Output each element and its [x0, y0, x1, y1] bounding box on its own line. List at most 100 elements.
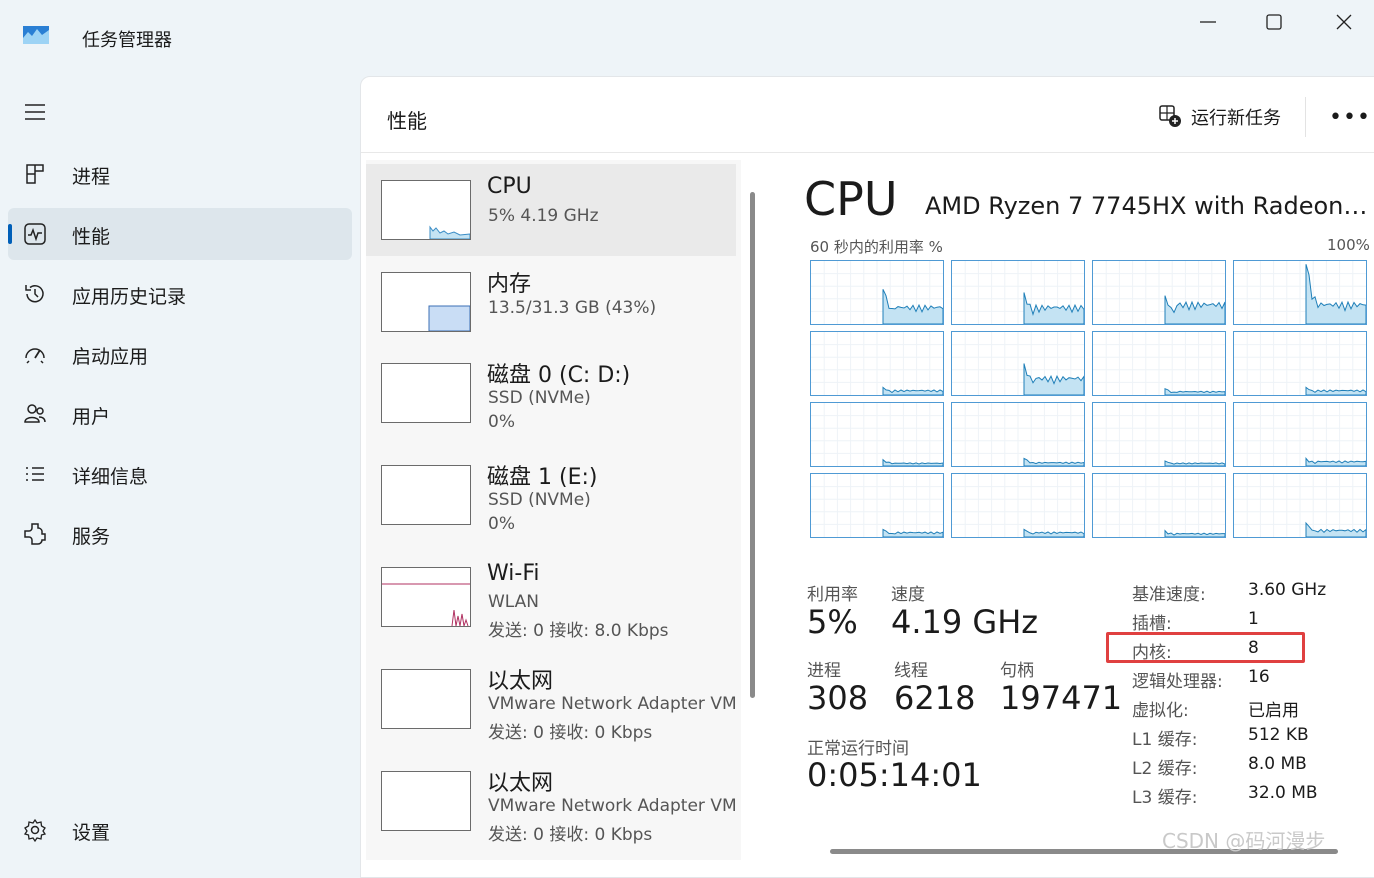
handles-label: 句柄 — [1000, 661, 1034, 681]
sidebar-item-services[interactable]: 服务 — [8, 508, 352, 560]
logical-processor-graph — [810, 473, 944, 538]
ethernet-2-thumbnail-graph — [381, 771, 471, 831]
logical-processor-graph — [810, 402, 944, 467]
details-icon — [26, 467, 44, 481]
device-name: 以太网 — [487, 771, 554, 796]
memory-thumbnail-graph — [381, 272, 471, 332]
more-options-button[interactable]: ••• — [1329, 105, 1371, 130]
task-manager-logo-icon — [23, 26, 49, 44]
logical-processor-graph — [1233, 260, 1367, 325]
device-detail: VMware Network Adapter VM — [488, 796, 737, 816]
spec-key-l2-cache: L2 缓存: — [1132, 759, 1198, 779]
device-list-scrollbar[interactable] — [750, 192, 755, 698]
spec-key-l3-cache: L3 缓存: — [1132, 788, 1198, 808]
close-icon[interactable] — [1332, 10, 1356, 34]
minimize-icon[interactable] — [1196, 10, 1220, 34]
device-name: CPU — [487, 174, 532, 199]
services-icon — [24, 523, 46, 545]
speed-label: 速度 — [891, 585, 925, 605]
device-detail: 发送: 0 接收: 0 Kbps — [488, 723, 653, 743]
sidebar-item-details[interactable]: 详细信息 — [8, 448, 352, 500]
device-detail: 发送: 0 接收: 0 Kbps — [488, 825, 653, 845]
sidebar-item-label: 用户 — [72, 406, 111, 428]
cpu-thumbnail-graph — [381, 180, 471, 240]
speed-value: 4.19 GHz — [891, 603, 1039, 641]
processes-value: 308 — [807, 679, 869, 717]
device-item-disk-0[interactable]: 磁盘 0 (C: D:) SSD (NVMe) 0% — [366, 347, 736, 439]
disk-1-thumbnail-graph — [381, 465, 471, 525]
processes-label: 进程 — [807, 661, 841, 681]
device-detail: SSD (NVMe) — [488, 490, 591, 510]
device-item-cpu[interactable]: CPU 5% 4.19 GHz — [366, 164, 736, 256]
startup-icon — [25, 348, 45, 364]
spec-key-logical-processors: 逻辑处理器: — [1132, 672, 1223, 692]
logical-processor-graph — [1092, 402, 1226, 467]
device-detail: 13.5/31.3 GB (43%) — [488, 298, 657, 318]
device-name: 磁盘 0 (C: D:) — [487, 363, 631, 388]
settings-label: 设置 — [72, 822, 111, 844]
cores-highlight-box — [1106, 632, 1305, 663]
cpu-heading: CPU — [804, 172, 898, 226]
device-detail: SSD (NVMe) — [488, 388, 591, 408]
sidebar-item-label: 服务 — [72, 526, 111, 548]
logical-processor-graph — [1092, 473, 1226, 538]
device-item-ethernet-1[interactable]: 以太网 VMware Network Adapter VM 发送: 0 接收: … — [366, 653, 737, 745]
panel-header: 性能 运行新任务 ••• — [361, 77, 1374, 153]
cpu-model-name: AMD Ryzen 7 7745HX with Radeon Graphics — [925, 192, 1371, 220]
sidebar-item-label: 应用历史记录 — [72, 286, 187, 308]
logical-processor-graph — [1092, 260, 1226, 325]
logical-processor-graph — [951, 331, 1085, 396]
sidebar-item-processes[interactable]: 进程 — [8, 148, 352, 200]
new-task-icon — [1159, 105, 1181, 127]
device-detail: 0% — [488, 514, 515, 534]
device-name: 磁盘 1 (E:) — [487, 465, 598, 490]
active-indicator — [8, 224, 12, 244]
spec-value-l3-cache: 32.0 MB — [1248, 783, 1318, 803]
page-title: 性能 — [387, 109, 427, 133]
device-name: 以太网 — [487, 669, 554, 694]
device-item-ethernet-2[interactable]: 以太网 VMware Network Adapter VM 发送: 0 接收: … — [366, 755, 737, 847]
logical-processor-graph — [1233, 402, 1367, 467]
logical-processor-graph — [1233, 331, 1367, 396]
sidebar-item-app-history[interactable]: 应用历史记录 — [8, 268, 352, 320]
ethernet-1-thumbnail-graph — [381, 669, 471, 729]
sidebar-item-label: 详细信息 — [72, 466, 149, 488]
threads-value: 6218 — [894, 679, 976, 717]
sidebar-item-startup-apps[interactable]: 启动应用 — [8, 328, 352, 380]
hamburger-menu-icon[interactable] — [22, 100, 48, 124]
logical-processor-graph — [1092, 331, 1226, 396]
spec-key-l1-cache: L1 缓存: — [1132, 730, 1198, 750]
device-item-wifi[interactable]: Wi-Fi WLAN 发送: 0 接收: 8.0 Kbps — [366, 551, 736, 643]
device-detail: 发送: 0 接收: 8.0 Kbps — [488, 621, 669, 641]
logical-processor-graph — [951, 260, 1085, 325]
utilization-value: 5% — [807, 603, 858, 641]
spec-value-l1-cache: 512 KB — [1248, 725, 1309, 745]
logical-processor-graph — [810, 331, 944, 396]
history-icon — [25, 285, 44, 303]
device-item-disk-1[interactable]: 磁盘 1 (E:) SSD (NVMe) 0% — [366, 449, 736, 541]
wifi-thumbnail-graph — [381, 567, 471, 627]
sidebar-item-users[interactable]: 用户 — [8, 388, 352, 440]
spec-value-base-speed: 3.60 GHz — [1248, 580, 1327, 600]
spec-key-virtualization: 虚拟化: — [1132, 701, 1189, 721]
performance-icon — [24, 223, 46, 245]
sidebar-item-performance[interactable]: 性能 — [8, 208, 352, 260]
logical-processor-graph — [1233, 473, 1367, 538]
header-divider — [1305, 97, 1306, 137]
device-item-memory[interactable]: 内存 13.5/31.3 GB (43%) — [366, 256, 736, 348]
sidebar-item-label: 进程 — [72, 166, 111, 188]
maximize-icon[interactable] — [1262, 10, 1286, 34]
spec-value-logical-processors: 16 — [1248, 667, 1270, 687]
logical-processor-graph — [810, 260, 944, 325]
window-title: 任务管理器 — [82, 30, 172, 51]
threads-label: 线程 — [894, 661, 928, 681]
utilization-label: 利用率 — [807, 585, 858, 605]
device-detail: 0% — [488, 412, 515, 432]
gear-icon — [23, 818, 47, 843]
spec-value-virtualization: 已启用 — [1248, 701, 1299, 721]
sidebar-item-label: 性能 — [72, 226, 111, 248]
device-name: Wi-Fi — [487, 561, 540, 586]
processes-icon — [26, 164, 44, 184]
sidebar-item-settings[interactable]: 设置 — [8, 804, 352, 856]
handles-value: 197471 — [1000, 679, 1123, 717]
